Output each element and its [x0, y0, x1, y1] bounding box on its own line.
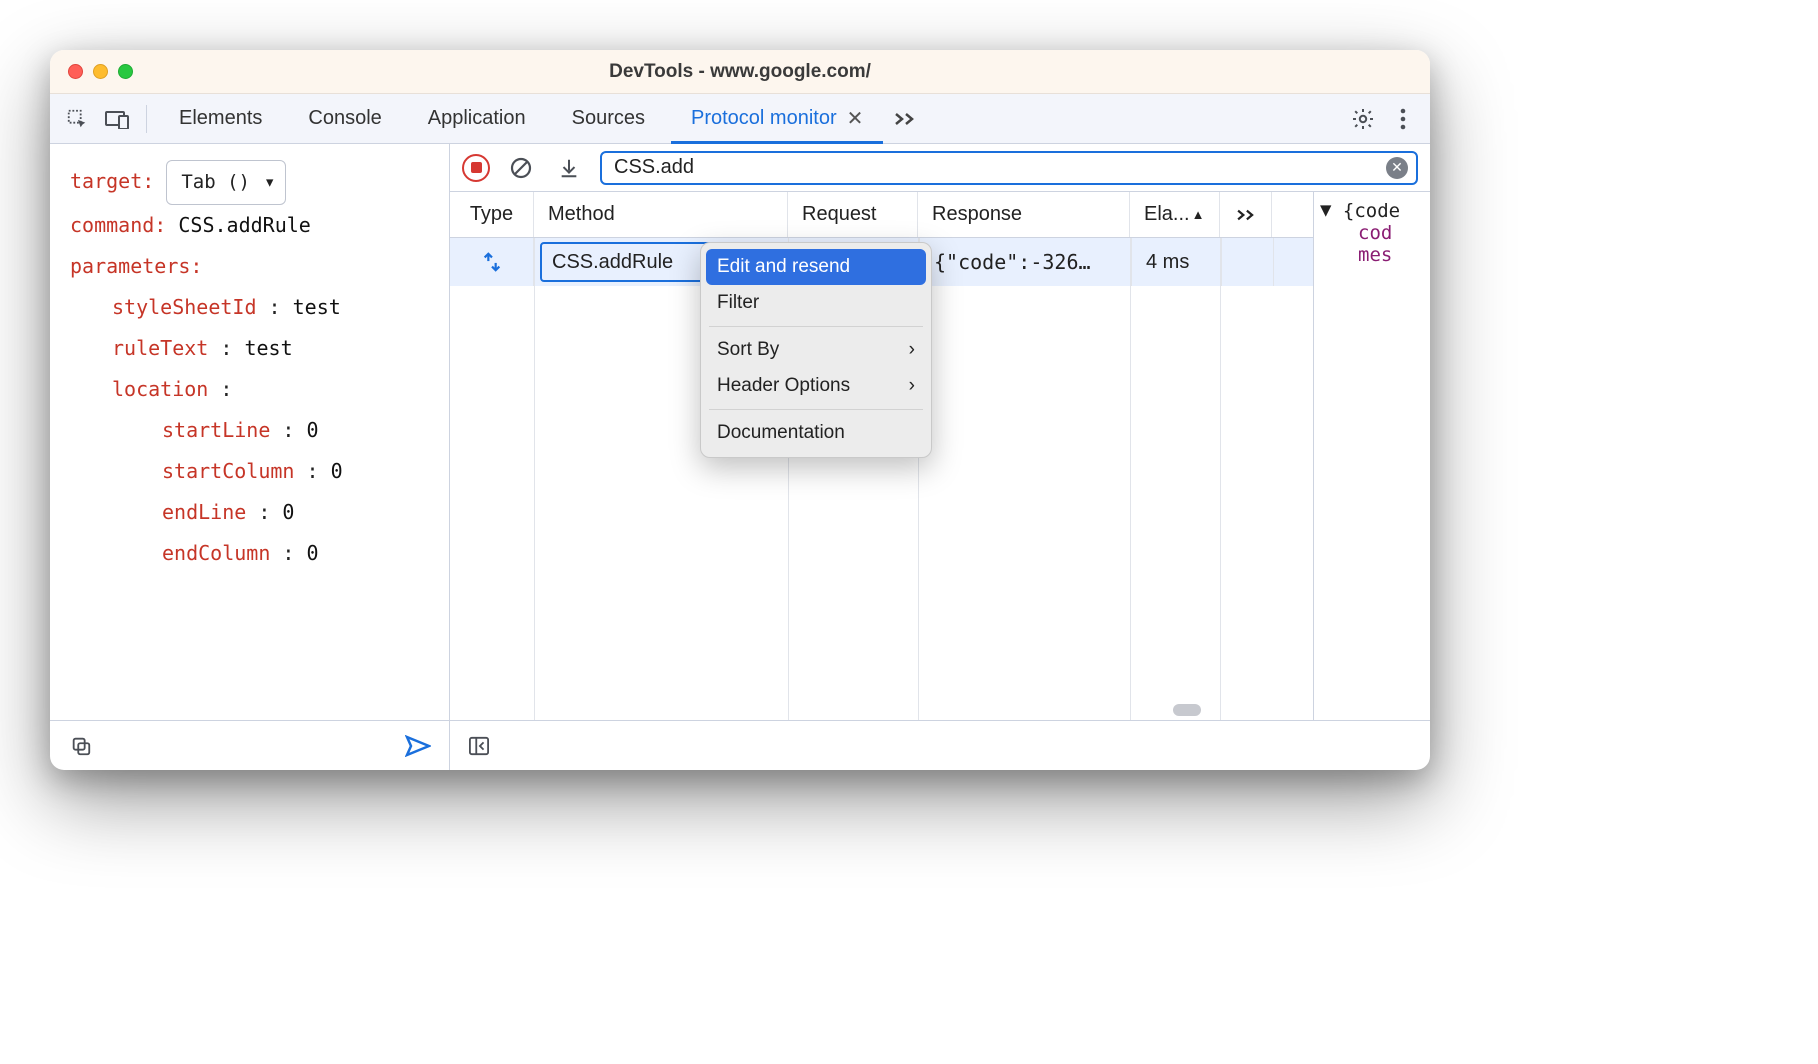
elapsed-cell: 4 ms — [1132, 238, 1222, 286]
monitor-toolbar: CSS.add ✕ — [450, 144, 1430, 192]
command-editor-pane: target: Tab () ▾ command: CSS.addRule pa… — [50, 144, 450, 770]
monitor-footer — [450, 720, 1430, 770]
command-value[interactable]: CSS.addRule — [178, 213, 310, 237]
col-request[interactable]: Request — [788, 192, 918, 237]
command-label: command — [70, 213, 154, 237]
grid-body: CSS.addRule {"sty {"code":-326… 4 ms Edi… — [450, 238, 1313, 720]
clear-filter-icon[interactable]: ✕ — [1386, 157, 1408, 179]
command-editor-footer — [50, 720, 449, 770]
endline-input[interactable]: 0 — [282, 500, 294, 524]
tab-console[interactable]: Console — [288, 94, 401, 143]
col-response[interactable]: Response — [918, 192, 1130, 237]
toggle-sidebar-icon[interactable] — [462, 729, 496, 763]
stylesheetid-input[interactable]: test — [293, 295, 341, 319]
separator — [146, 105, 147, 133]
command-editor-body: target: Tab () ▾ command: CSS.addRule pa… — [50, 144, 449, 720]
response-cell: {"code":-326… — [920, 238, 1132, 286]
target-select[interactable]: Tab () ▾ — [166, 160, 286, 205]
chevron-down-icon: ▾ — [264, 163, 275, 202]
target-label: target — [70, 169, 142, 193]
type-icon — [450, 238, 534, 286]
more-tabs-icon[interactable] — [889, 111, 921, 127]
kebab-menu-icon[interactable] — [1386, 102, 1420, 136]
col-more[interactable] — [1220, 192, 1272, 237]
col-type[interactable]: Type — [450, 192, 534, 237]
clear-button[interactable] — [504, 151, 538, 185]
traffic-lights — [68, 64, 133, 79]
startline-input[interactable]: 0 — [307, 418, 319, 442]
col-method[interactable]: Method — [534, 192, 788, 237]
startcolumn-input[interactable]: 0 — [331, 459, 343, 483]
close-tab-icon[interactable]: ✕ — [847, 106, 864, 131]
sort-asc-icon: ▲ — [1192, 207, 1205, 222]
ctx-header-options[interactable]: Header Options› — [701, 368, 931, 404]
separator — [709, 326, 923, 327]
protocol-monitor-pane: CSS.add ✕ Type Method Request Response E… — [450, 144, 1430, 770]
parameters-label: parameters — [70, 254, 190, 278]
device-toolbar-icon[interactable] — [100, 102, 134, 136]
endcolumn-input[interactable]: 0 — [307, 541, 319, 565]
inspect-element-icon[interactable] — [60, 102, 94, 136]
col-elapsed[interactable]: Ela...▲ — [1130, 192, 1220, 237]
ctx-sort-by[interactable]: Sort By› — [701, 332, 931, 368]
copy-icon[interactable] — [64, 729, 98, 763]
maximize-window-button[interactable] — [118, 64, 133, 79]
settings-icon[interactable] — [1346, 102, 1380, 136]
separator — [709, 409, 923, 410]
ctx-filter[interactable]: Filter — [701, 285, 931, 321]
filter-input[interactable]: CSS.add ✕ — [600, 151, 1418, 185]
detail-pane: ▼ {code cod mes — [1314, 192, 1430, 720]
grid-header: Type Method Request Response Ela...▲ — [450, 192, 1313, 238]
tab-application[interactable]: Application — [408, 94, 546, 143]
context-menu: Edit and resend Filter Sort By› Header O… — [700, 242, 932, 458]
close-window-button[interactable] — [68, 64, 83, 79]
ctx-documentation[interactable]: Documentation — [701, 415, 931, 451]
minimize-window-button[interactable] — [93, 64, 108, 79]
ruletext-input[interactable]: test — [244, 336, 292, 360]
tab-protocol-monitor[interactable]: Protocol monitor ✕ — [671, 94, 883, 143]
titlebar: DevTools - www.google.com/ — [50, 50, 1430, 94]
chevron-right-icon: › — [909, 375, 915, 397]
download-button[interactable] — [552, 151, 586, 185]
scrollbar-thumb[interactable] — [1173, 704, 1201, 716]
grid-wrap: Type Method Request Response Ela...▲ — [450, 192, 1430, 720]
ctx-edit-resend[interactable]: Edit and resend — [706, 249, 926, 285]
send-command-button[interactable] — [401, 729, 435, 763]
panel-tabbar: Elements Console Application Sources Pro… — [50, 94, 1430, 144]
tab-elements[interactable]: Elements — [159, 94, 282, 143]
disclosure-triangle-icon[interactable]: ▼ — [1320, 199, 1331, 221]
tab-sources[interactable]: Sources — [552, 94, 665, 143]
devtools-window: DevTools - www.google.com/ Elements Cons… — [50, 50, 1430, 770]
window-title: DevTools - www.google.com/ — [50, 61, 1430, 83]
content-area: target: Tab () ▾ command: CSS.addRule pa… — [50, 144, 1430, 770]
messages-grid: Type Method Request Response Ela...▲ — [450, 192, 1314, 720]
chevron-right-icon: › — [909, 339, 915, 361]
record-button[interactable] — [462, 154, 490, 182]
